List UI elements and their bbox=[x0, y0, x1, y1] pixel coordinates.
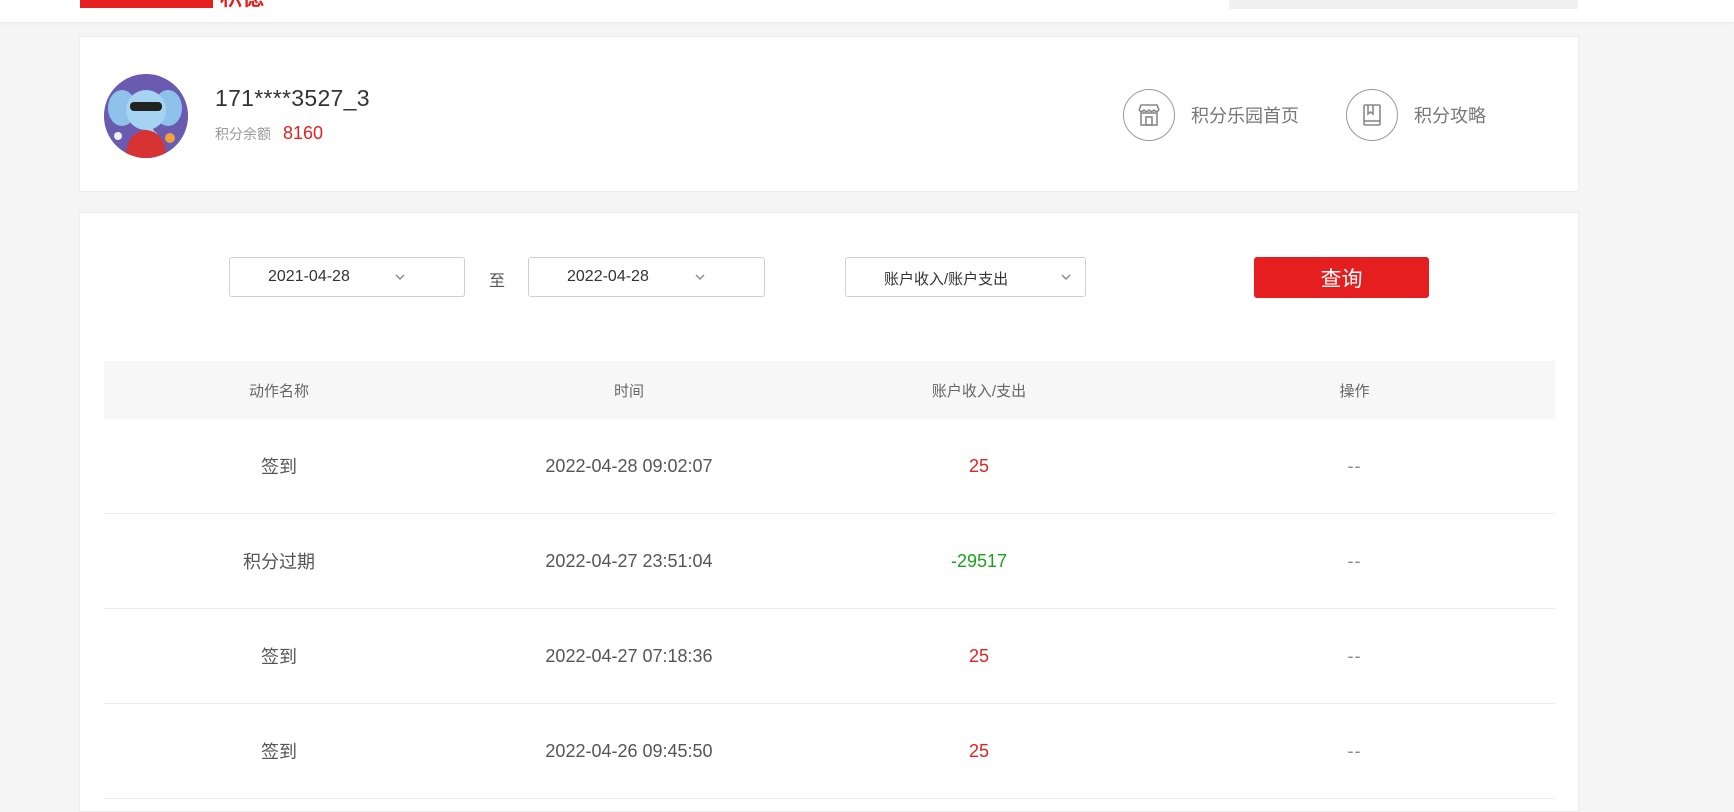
type-select-value: 账户收入/账户支出 bbox=[884, 271, 1009, 288]
balance-label: 积分余额 bbox=[215, 126, 271, 142]
logo-text[interactable]: 积德 bbox=[220, 0, 264, 9]
username: 171****3527_3 bbox=[215, 85, 370, 111]
chevron-down-icon bbox=[695, 274, 705, 280]
row-amount: -29517 bbox=[950, 550, 1008, 571]
type-select[interactable]: 账户收入/账户支出 bbox=[845, 257, 1086, 297]
table-header: 动作名称 时间 账户收入/支出 操作 bbox=[104, 361, 1555, 419]
book-icon bbox=[1346, 89, 1398, 141]
row-time: 2022-04-27 07:18:36 bbox=[545, 645, 713, 666]
row-action: 签到 bbox=[261, 742, 297, 762]
start-date-value: 2021-04-28 bbox=[268, 268, 350, 285]
header-action: 动作名称 bbox=[248, 382, 309, 400]
table-row: 签到 2022-04-27 07:18:36 25 -- bbox=[104, 609, 1555, 704]
header-amount: 账户收入/支出 bbox=[931, 382, 1027, 400]
row-action: 签到 bbox=[261, 647, 297, 667]
end-date-select[interactable]: 2022-04-28 bbox=[528, 257, 765, 297]
profile-card: 171****3527_3 积分余额 8160 积分乐园首页 积分攻略 bbox=[79, 36, 1579, 192]
points-guide-link[interactable]: 积分攻略 bbox=[1346, 89, 1486, 141]
search-bar[interactable] bbox=[1229, 0, 1578, 9]
store-icon bbox=[1123, 89, 1175, 141]
query-button[interactable]: 查询 bbox=[1254, 257, 1429, 298]
row-operation: -- bbox=[1347, 455, 1362, 476]
avatar bbox=[104, 74, 188, 158]
range-separator: 至 bbox=[489, 273, 506, 290]
row-operation: -- bbox=[1347, 550, 1362, 571]
row-action: 积分过期 bbox=[243, 552, 315, 572]
chevron-down-icon bbox=[1061, 274, 1071, 280]
chevron-down-icon bbox=[395, 274, 405, 280]
elephant-mascot-icon bbox=[104, 74, 188, 158]
row-time: 2022-04-28 09:02:07 bbox=[545, 455, 713, 476]
row-amount: 25 bbox=[968, 455, 990, 476]
balance-row: 积分余额 8160 bbox=[215, 123, 323, 144]
row-operation: -- bbox=[1347, 645, 1362, 666]
points-guide-label: 积分攻略 bbox=[1414, 106, 1486, 126]
start-date-select[interactable]: 2021-04-28 bbox=[229, 257, 465, 297]
table-row: 积分过期 2022-04-27 23:51:04 -29517 -- bbox=[104, 514, 1555, 609]
points-home-link[interactable]: 积分乐园首页 bbox=[1123, 89, 1299, 141]
table-row: 签到 2022-04-26 09:45:50 25 -- bbox=[104, 704, 1555, 799]
header-operation: 操作 bbox=[1339, 382, 1370, 400]
points-home-label: 积分乐园首页 bbox=[1191, 106, 1299, 126]
row-amount: 25 bbox=[968, 645, 990, 666]
top-header: 积德 bbox=[0, 0, 1734, 22]
row-amount: 25 bbox=[968, 740, 990, 761]
row-operation: -- bbox=[1347, 740, 1362, 761]
logo-block[interactable] bbox=[80, 0, 213, 8]
row-time: 2022-04-27 23:51:04 bbox=[545, 550, 713, 571]
row-action: 签到 bbox=[261, 457, 297, 477]
points-record-panel: 2021-04-28 至 2022-04-28 账户收入/账户支出 查询 动作名… bbox=[79, 212, 1579, 812]
row-time: 2022-04-26 09:45:50 bbox=[545, 740, 713, 761]
points-table: 动作名称 时间 账户收入/支出 操作 签到 2022-04-28 09:02:0… bbox=[104, 361, 1555, 799]
table-row: 签到 2022-04-28 09:02:07 25 -- bbox=[104, 419, 1555, 514]
header-time: 时间 bbox=[613, 382, 644, 400]
end-date-value: 2022-04-28 bbox=[567, 268, 649, 285]
balance-value: 8160 bbox=[283, 123, 324, 143]
